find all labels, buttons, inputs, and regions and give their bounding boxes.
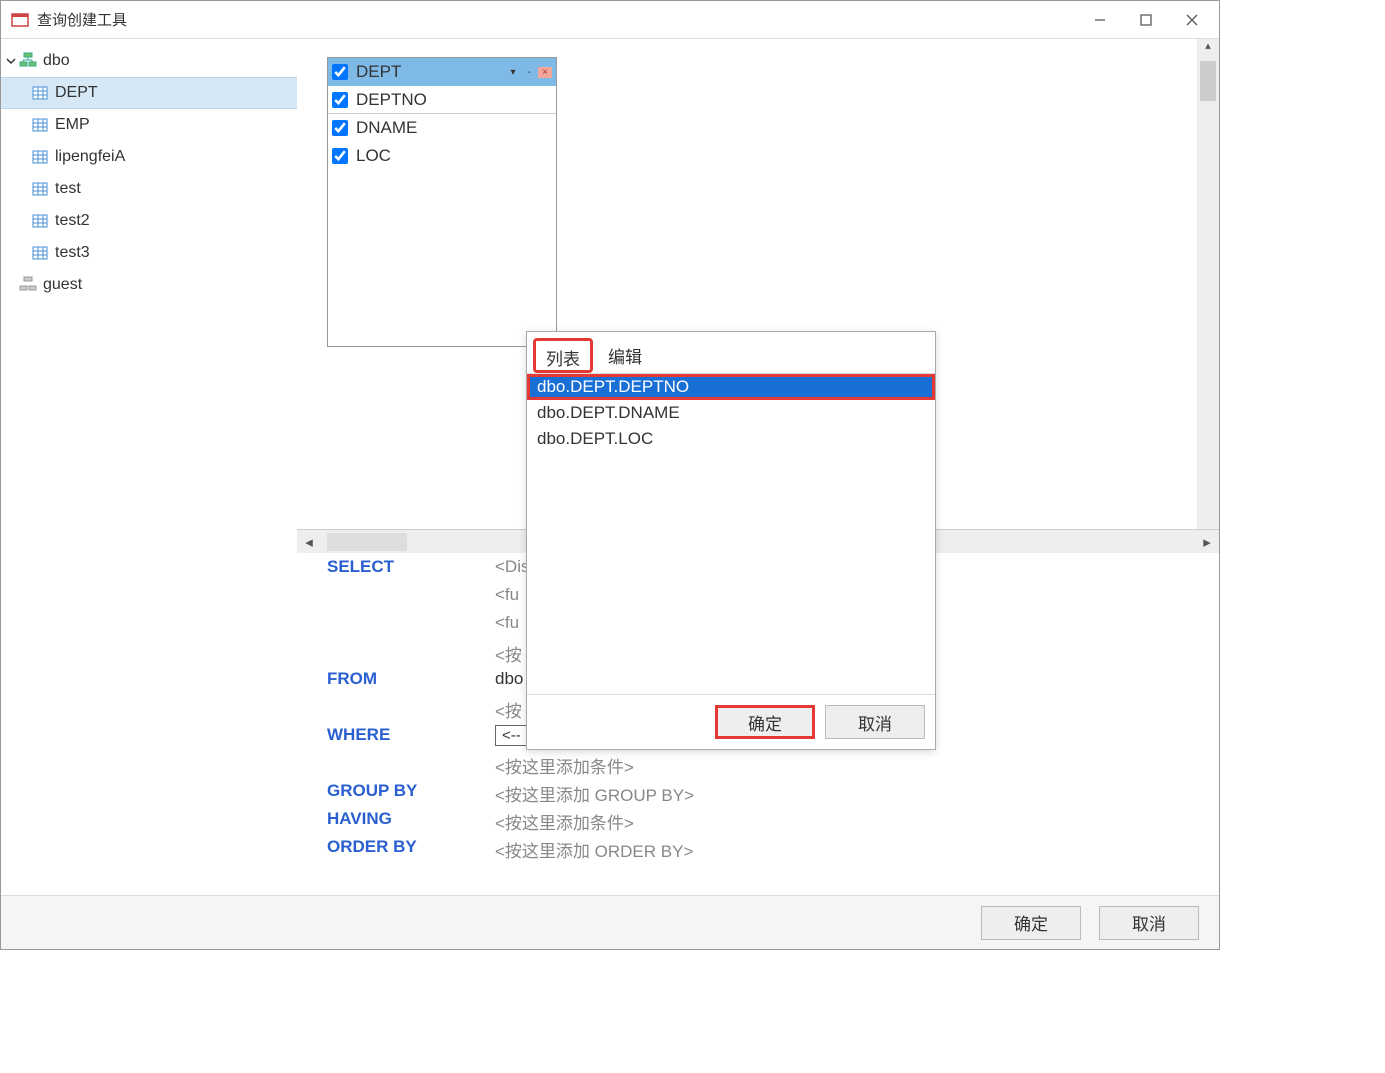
scroll-thumb[interactable] [327,533,407,551]
table-widget-header[interactable]: DEPT ▾ - × [328,58,556,86]
titlebar: 查询创建工具 [1,1,1219,39]
window-title: 查询创建工具 [37,9,1077,30]
column-checkbox[interactable] [332,120,348,136]
func-placeholder[interactable]: <fu [495,585,519,605]
table-node-emp[interactable]: EMP [1,109,297,141]
add-placeholder[interactable]: <按 [495,641,522,666]
scroll-thumb[interactable] [1200,61,1216,101]
minimize-icon[interactable]: - [522,67,536,78]
sql-groupby-keyword: GROUP BY [327,781,495,801]
schema-icon [19,276,37,294]
schema-tree: dbo DEPT EMP lipengfeiA test test2 [1,39,297,895]
cancel-button[interactable]: 取消 [1099,906,1199,940]
schema-label: guest [43,276,82,294]
query-builder-window: 查询创建工具 dbo DEPT EMP lipengfeiA [0,0,1220,950]
table-label: test3 [55,244,90,262]
column-name: DNAME [356,118,417,138]
chevron-down-icon[interactable] [5,55,19,67]
table-label: lipengfeiA [55,148,125,166]
sql-from-keyword: FROM [327,669,495,689]
where-add-placeholder[interactable]: <按这里添加条件> [495,753,634,778]
dialog-tabs: 列表 编辑 [527,332,935,374]
column-checkbox[interactable] [332,92,348,108]
schema-label: dbo [43,52,70,70]
sql-orderby-keyword: ORDER BY [327,837,495,857]
close-button[interactable] [1169,4,1215,36]
list-item[interactable]: dbo.DEPT.DEPTNO [527,374,935,400]
table-label: test2 [55,212,90,230]
from-value[interactable]: dbo [495,669,523,689]
tab-list[interactable]: 列表 [533,338,593,373]
scroll-left-icon[interactable]: ◂ [297,533,321,551]
table-node-test[interactable]: test [1,173,297,205]
ok-button[interactable]: 确定 [981,906,1081,940]
maximize-button[interactable] [1123,4,1169,36]
column-listbox[interactable]: dbo.DEPT.DEPTNO dbo.DEPT.DNAME dbo.DEPT.… [527,374,935,694]
add-placeholder[interactable]: <按 [495,697,522,722]
table-icon [31,148,49,166]
dialog-ok-button[interactable]: 确定 [715,705,815,739]
table-widget-title: DEPT [356,62,401,82]
column-row[interactable]: LOC [328,142,556,170]
table-node-test2[interactable]: test2 [1,205,297,237]
table-icon [31,116,49,134]
list-item[interactable]: dbo.DEPT.DNAME [527,400,935,426]
having-placeholder[interactable]: <按这里添加条件> [495,809,634,834]
close-icon[interactable]: × [538,67,552,78]
table-label: test [55,180,81,198]
tab-edit[interactable]: 编辑 [597,338,653,373]
table-widget-dept[interactable]: DEPT ▾ - × DEPTNO DNAME LOC [327,57,557,347]
column-name: DEPTNO [356,90,427,110]
column-checkbox[interactable] [332,148,348,164]
schema-icon [19,52,37,70]
table-icon [31,180,49,198]
table-node-lipengfeia[interactable]: lipengfeiA [1,141,297,173]
sql-select-keyword: SELECT [327,557,495,577]
table-label: EMP [55,116,90,134]
minimize-button[interactable] [1077,4,1123,36]
column-name: LOC [356,146,391,166]
table-label: DEPT [55,84,98,102]
table-node-test3[interactable]: test3 [1,237,297,269]
groupby-placeholder[interactable]: <按这里添加 GROUP BY> [495,781,694,806]
vertical-scrollbar[interactable]: ▴ [1197,39,1219,529]
schema-node-guest[interactable]: guest [1,269,297,301]
app-icon [11,11,29,29]
column-picker-dialog: 列表 编辑 dbo.DEPT.DEPTNO dbo.DEPT.DNAME dbo… [526,331,936,750]
sql-where-keyword: WHERE [327,725,495,745]
column-row[interactable]: DNAME [328,114,556,142]
dialog-buttons: 确定 取消 [527,694,935,749]
scroll-right-icon[interactable]: ▸ [1195,533,1219,551]
schema-node-dbo[interactable]: dbo [1,45,297,77]
select-all-checkbox[interactable] [332,64,348,80]
footer: 确定 取消 [1,895,1219,949]
scroll-up-icon[interactable]: ▴ [1197,39,1219,59]
table-icon [31,244,49,262]
table-node-dept[interactable]: DEPT [1,77,297,109]
sql-having-keyword: HAVING [327,809,495,829]
list-item[interactable]: dbo.DEPT.LOC [527,426,935,452]
table-icon [31,212,49,230]
column-row[interactable]: DEPTNO [328,86,556,114]
dropdown-icon[interactable]: ▾ [506,67,520,78]
orderby-placeholder[interactable]: <按这里添加 ORDER BY> [495,837,693,862]
table-icon [31,84,49,102]
func-placeholder[interactable]: <fu [495,613,519,633]
dialog-cancel-button[interactable]: 取消 [825,705,925,739]
